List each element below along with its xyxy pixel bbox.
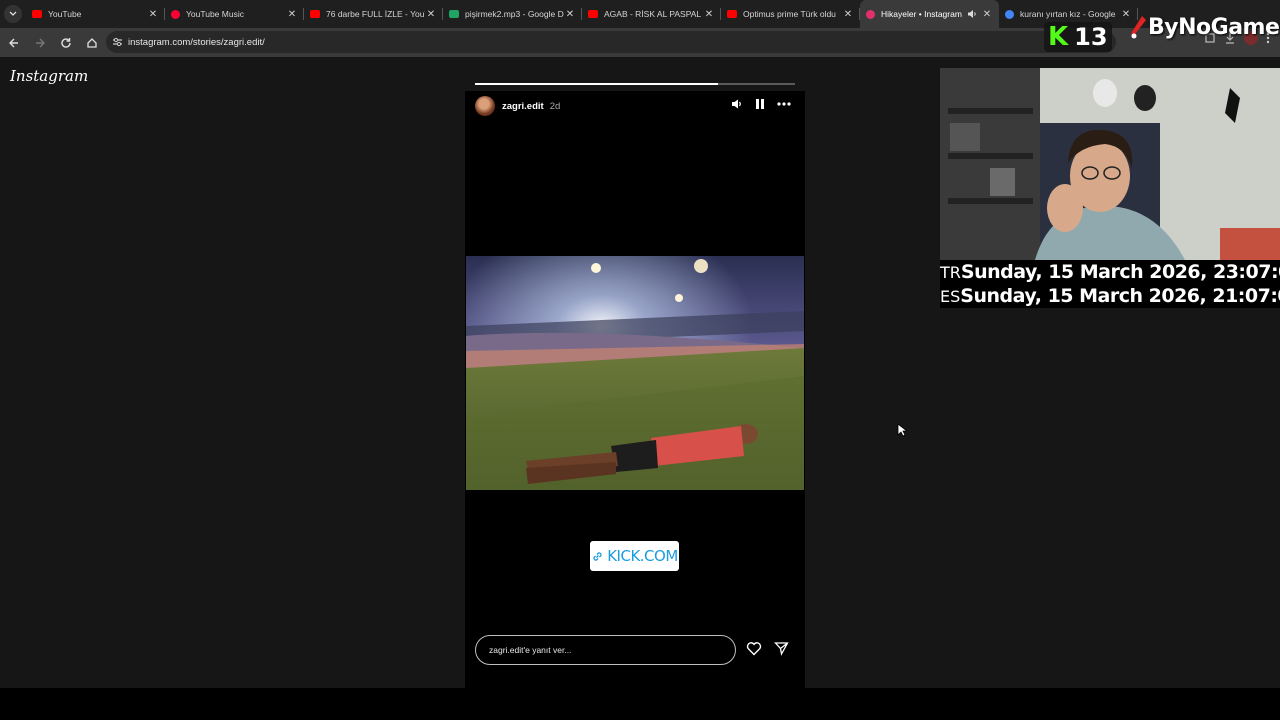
reply-actions: [746, 641, 789, 656]
reload-button[interactable]: [54, 31, 78, 55]
youtube-icon: [310, 10, 320, 18]
browser-tab[interactable]: YouTube ✕: [26, 0, 165, 28]
tab-title: YouTube: [48, 9, 82, 19]
youtube-icon: [727, 10, 737, 18]
google-drive-icon: [449, 10, 459, 18]
instagram-icon: [866, 9, 875, 19]
home-icon: [87, 37, 97, 48]
kick-logo: K: [1048, 22, 1069, 52]
tab-audio-icon[interactable]: [967, 9, 979, 19]
url-text[interactable]: instagram.com/stories/zagri.edit/: [128, 37, 265, 48]
close-tab-icon[interactable]: ✕: [286, 9, 298, 20]
site-info-button[interactable]: [106, 37, 128, 47]
bynogame-text: ByNoGame: [1148, 14, 1280, 40]
story-avatar[interactable]: [475, 96, 495, 116]
reload-icon: [61, 37, 71, 48]
story-photo: [466, 256, 804, 490]
browser-tab[interactable]: pişirmek2.mp3 - Google D ✕: [443, 0, 582, 28]
youtube-icon: [588, 10, 598, 18]
link-sticker[interactable]: KICK.COM: [590, 541, 679, 571]
youtube-icon: [32, 10, 42, 18]
pause-icon[interactable]: [755, 98, 765, 110]
story-progress-bar: [475, 83, 795, 85]
back-button[interactable]: [2, 31, 26, 55]
tab-title: YouTube Music: [186, 9, 244, 19]
more-options-icon[interactable]: [777, 102, 791, 106]
clock-code: ES: [940, 286, 961, 306]
close-tab-icon[interactable]: ✕: [147, 9, 159, 20]
browser-tab[interactable]: 76 darbe FULL İZLE - YouT ✕: [304, 0, 443, 28]
close-tab-icon[interactable]: ✕: [703, 9, 715, 20]
tab-search-button[interactable]: [0, 0, 26, 28]
story-controls: [731, 98, 791, 110]
link-sticker-text: KICK.COM: [607, 547, 678, 565]
chevron-down-icon: [9, 11, 17, 16]
webcam-overlay: [940, 68, 1280, 260]
bottom-bar: [0, 688, 1280, 720]
browser-tab[interactable]: YouTube Music ✕: [165, 0, 304, 28]
story-username[interactable]: zagri.edit: [502, 101, 544, 112]
tab-title: AGAB - RİSK AL PASPAL (o: [604, 9, 703, 19]
close-tab-icon[interactable]: ✕: [981, 9, 993, 20]
link-icon: [593, 551, 602, 561]
clock-row-tr: TR Sunday, 15 March 2026, 23:07:0: [940, 260, 1280, 284]
volume-icon[interactable]: [731, 98, 743, 110]
tab-title: Hikayeler • Instagram: [881, 9, 962, 19]
address-bar[interactable]: instagram.com/stories/zagri.edit/: [106, 31, 1116, 53]
mouse-cursor-icon: [897, 423, 907, 437]
story-photo-image: [466, 256, 804, 490]
home-button[interactable]: [80, 31, 104, 55]
timezone-clock: TR Sunday, 15 March 2026, 23:07:0 ES Sun…: [940, 260, 1280, 308]
webcam-image: [940, 68, 1280, 260]
tab-title: Optimus prime Türk oldu: [743, 9, 836, 19]
arrow-right-icon: [36, 38, 45, 47]
reply-placeholder: zagri.edit'e yanıt ver...: [489, 645, 572, 655]
story-viewer[interactable]: zagri.edit 2d KICK.COM zagri.edit'e yanı…: [465, 91, 805, 689]
heart-icon[interactable]: [746, 641, 762, 656]
close-tab-icon[interactable]: ✕: [425, 9, 437, 20]
tab-title: 76 darbe FULL İZLE - YouT: [326, 9, 425, 19]
google-icon: [1005, 9, 1014, 19]
bynogame-logo: ByNoGame: [1128, 14, 1280, 40]
browser-tab[interactable]: Optimus prime Türk oldu ✕: [721, 0, 860, 28]
browser-tab[interactable]: Hikayeler • Instagram ✕: [860, 0, 999, 28]
story-time: 2d: [549, 100, 561, 112]
reply-input[interactable]: zagri.edit'e yanıt ver...: [475, 635, 736, 665]
browser-tab[interactable]: AGAB - RİSK AL PASPAL (o ✕: [582, 0, 721, 28]
close-tab-icon[interactable]: ✕: [564, 9, 576, 20]
story-progress-fill: [475, 83, 719, 85]
clock-code: TR: [940, 262, 961, 282]
pen-icon: [1131, 16, 1146, 39]
clock-row-es: ES Sunday, 15 March 2026, 21:07:0: [940, 284, 1280, 308]
clock-datetime: Sunday, 15 March 2026, 23:07:0: [960, 261, 1280, 283]
tab-title: kuranı yırtan kız - Google: [1020, 9, 1116, 19]
kick-viewer-count: 13: [1074, 23, 1108, 51]
close-tab-icon[interactable]: ✕: [842, 9, 854, 20]
forward-button[interactable]: [28, 31, 52, 55]
send-icon[interactable]: [774, 641, 789, 656]
kick-viewer-badge: K 13: [1044, 22, 1112, 52]
youtube-music-icon: [171, 9, 180, 19]
instagram-logo[interactable]: Instagram: [10, 67, 88, 85]
tune-icon: [112, 37, 122, 47]
tab-title: pişirmek2.mp3 - Google D: [465, 9, 564, 19]
arrow-left-icon: [9, 38, 18, 47]
clock-datetime: Sunday, 15 March 2026, 21:07:0: [960, 285, 1280, 307]
